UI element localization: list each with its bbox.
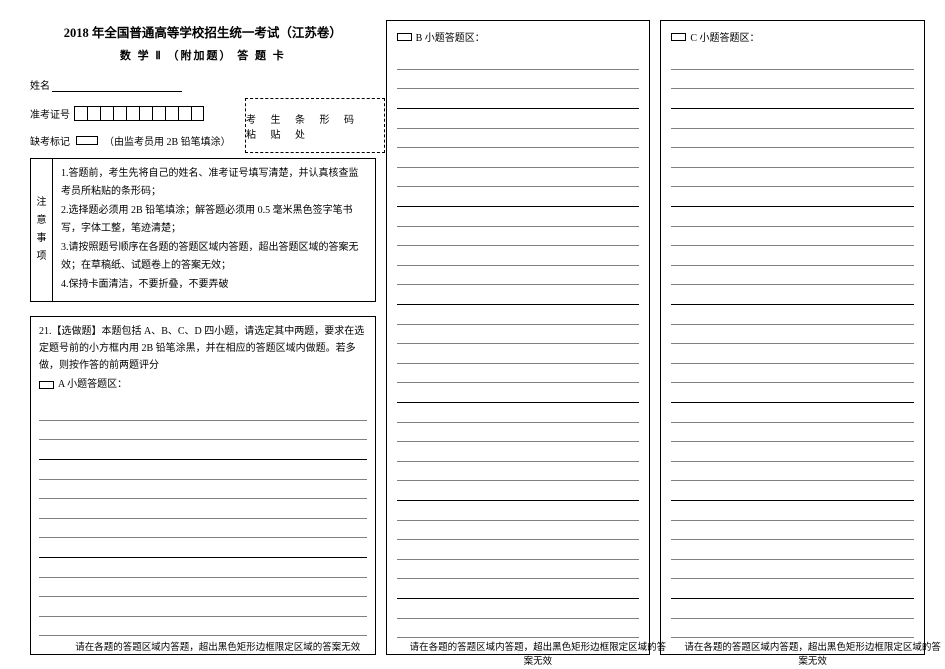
name-input-line[interactable] bbox=[52, 81, 182, 92]
exam-no-cell[interactable] bbox=[165, 106, 178, 121]
barcode-box: 考 生 条 形 码 粘 贴 处 bbox=[245, 98, 385, 153]
footer-note-1: 请在各题的答题区域内答题，超出黑色矩形边框限定区域的答案无效 bbox=[30, 639, 405, 667]
exam-no-cell[interactable] bbox=[100, 106, 113, 121]
exam-number-grid[interactable] bbox=[74, 106, 204, 121]
exam-no-cell[interactable] bbox=[191, 106, 204, 121]
answer-lines-b[interactable] bbox=[397, 50, 640, 646]
column-1: 2018 年全国普通高等学校招生统一考试（江苏卷） 数 学 Ⅱ （附加题） 答 … bbox=[30, 20, 376, 655]
exam-no-cell[interactable] bbox=[139, 106, 152, 121]
main-title: 2018 年全国普通高等学校招生统一考试（江苏卷） bbox=[30, 22, 376, 41]
notice-side-char: 事 bbox=[37, 230, 47, 248]
q21-box: 21.【选做题】本题包括 A、B、C、D 四小题，请选定其中两题，要求在选定题号… bbox=[30, 316, 376, 655]
exam-no-cell[interactable] bbox=[152, 106, 165, 121]
footer-note-2: 请在各题的答题区域内答题，超出黑色矩形边框限定区域的答案无效 bbox=[405, 639, 670, 667]
footer: 请在各题的答题区域内答题，超出黑色矩形边框限定区域的答案无效 请在各题的答题区域… bbox=[0, 639, 945, 667]
section-b-head: B 小题答题区： bbox=[387, 21, 650, 48]
exam-number-label: 准考证号 bbox=[30, 106, 70, 121]
checkbox-c[interactable] bbox=[671, 33, 686, 41]
absent-checkbox[interactable] bbox=[76, 136, 98, 145]
notice-item: 2.选择题必须用 2B 铅笔填涂；解答题必须用 0.5 毫米黑色签字笔书写，字体… bbox=[61, 202, 367, 238]
q21-a-row: A 小题答题区： bbox=[39, 376, 367, 393]
notice-side-char: 注 bbox=[37, 194, 47, 212]
exam-no-cell[interactable] bbox=[178, 106, 191, 121]
q21-text: 21.【选做题】本题包括 A、B、C、D 四小题，请选定其中两题，要求在选定题号… bbox=[39, 323, 367, 374]
exam-no-cell[interactable] bbox=[87, 106, 100, 121]
notice-item: 4.保持卡面清洁，不要折叠，不要弄破 bbox=[61, 276, 367, 294]
sub-title: 数 学 Ⅱ （附加题） 答 题 卡 bbox=[30, 47, 376, 63]
notice-item: 3.请按照题号顺序在各题的答题区域内答题，超出答题区域的答案无效；在草稿纸、试题… bbox=[61, 239, 367, 275]
checkbox-b[interactable] bbox=[397, 33, 412, 41]
section-c-label: C 小题答题区： bbox=[690, 29, 759, 44]
notice-side-char: 意 bbox=[37, 212, 47, 230]
barcode-label: 考 生 条 形 码 粘 贴 处 bbox=[246, 111, 384, 141]
name-row: 姓名 bbox=[30, 77, 376, 92]
section-c-head: C 小题答题区： bbox=[661, 21, 924, 48]
exam-no-cell[interactable] bbox=[74, 106, 87, 121]
section-b-label: B 小题答题区： bbox=[416, 29, 485, 44]
column-3: C 小题答题区： bbox=[660, 20, 925, 655]
footer-note-3: 请在各题的答题区域内答题，超出黑色矩形边框限定区域的答案无效 bbox=[680, 639, 945, 667]
name-label: 姓名 bbox=[30, 77, 50, 92]
notice-box: 注 意 事 项 1.答题前，考生先将自己的姓名、准考证号填写清楚，并认真核查监考… bbox=[30, 158, 376, 302]
notice-item: 1.答题前，考生先将自己的姓名、准考证号填写清楚，并认真核查监考员所粘贴的条形码… bbox=[61, 165, 367, 201]
answer-lines-c[interactable] bbox=[671, 50, 914, 646]
absent-note: （由监考员用 2B 铅笔填涂） bbox=[104, 133, 231, 148]
answer-lines-a[interactable] bbox=[39, 401, 367, 654]
q21-a-label: A 小题答题区： bbox=[58, 376, 127, 393]
exam-no-cell[interactable] bbox=[126, 106, 139, 121]
exam-no-cell[interactable] bbox=[113, 106, 126, 121]
notice-side-char: 项 bbox=[37, 248, 47, 266]
checkbox-a[interactable] bbox=[39, 381, 54, 389]
notice-body: 1.答题前，考生先将自己的姓名、准考证号填写清楚，并认真核查监考员所粘贴的条形码… bbox=[53, 159, 375, 301]
absent-label: 缺考标记 bbox=[30, 133, 70, 148]
column-2: B 小题答题区： bbox=[386, 20, 651, 655]
notice-side-label: 注 意 事 项 bbox=[31, 159, 53, 301]
